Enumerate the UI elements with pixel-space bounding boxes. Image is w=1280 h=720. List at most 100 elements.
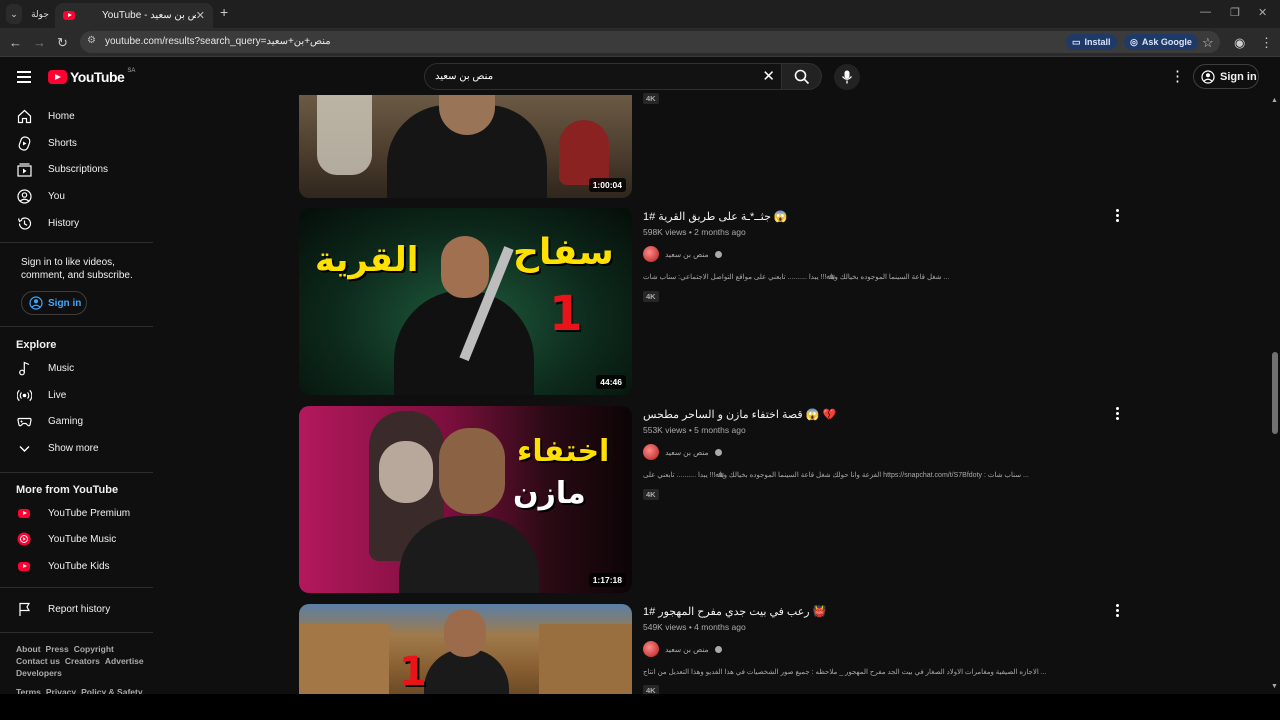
youtube-logo[interactable]: YouTube SA — [48, 68, 136, 85]
video-thumbnail[interactable]: القرية سفاح 1 44:46 — [299, 208, 632, 395]
video-duration: 44:46 — [596, 375, 626, 389]
back-icon[interactable]: ← — [9, 35, 22, 50]
live-icon — [16, 387, 32, 403]
install-icon: ▭ — [1072, 36, 1081, 47]
video-title[interactable]: رعب في بيت جدي مفرح المهجور #1 👹 — [643, 605, 1103, 618]
video-thumbnail[interactable]: 1 — [299, 604, 632, 694]
reload-icon[interactable]: ↻ — [57, 35, 68, 51]
channel-link[interactable]: منص بن سعيد — [643, 246, 722, 262]
minimize-icon[interactable]: — — [1200, 6, 1211, 18]
youtube-kids-icon — [16, 558, 32, 574]
footer-link-advertise[interactable]: Advertise — [105, 656, 144, 666]
more-from-youtube-heading: More from YouTube — [16, 484, 119, 496]
flag-icon — [16, 601, 32, 617]
active-tab[interactable]: YouTube - منص بن سعيد ✕ — [55, 3, 213, 28]
video-duration: 1:17:18 — [588, 573, 626, 587]
sidebar-item-youtube-kids[interactable]: YouTube Kids — [0, 553, 153, 579]
sidebar-divider — [0, 632, 153, 633]
footer-link-about[interactable]: About — [16, 644, 41, 654]
sidebar-item-you[interactable]: You — [0, 183, 153, 209]
bookmark-star-icon[interactable]: ☆ — [1202, 35, 1214, 51]
footer-link-contact[interactable]: Contact us — [16, 656, 60, 666]
install-button[interactable]: ▭ Install — [1066, 34, 1117, 50]
voice-search-button[interactable] — [834, 64, 860, 90]
verified-icon — [714, 448, 722, 456]
sidebar-item-shorts[interactable]: Shorts — [0, 130, 153, 156]
video-title[interactable]: قصة اختفاء مازن و الساحر مطحس 😱 💔 — [643, 408, 1103, 421]
sidebar-item-gaming[interactable]: Gaming — [0, 408, 153, 434]
scroll-up-arrow-icon[interactable]: ▲ — [1271, 97, 1278, 104]
sidebar-divider — [0, 242, 153, 243]
sidebar-item-youtube-music[interactable]: YouTube Music — [0, 526, 153, 552]
footer-link-creators[interactable]: Creators — [65, 656, 100, 666]
header-sign-in-button[interactable]: Sign in — [1193, 64, 1259, 89]
thumbnail-person — [394, 290, 534, 395]
video-thumbnail[interactable]: 1:00:04 — [299, 95, 632, 198]
browser-menu-icon[interactable]: ⋮ — [1260, 35, 1273, 51]
clear-search-icon[interactable]: ✕ — [762, 67, 775, 85]
sidebar-item-history[interactable]: History — [0, 210, 153, 236]
video-options-icon[interactable] — [1116, 407, 1120, 420]
video-options-icon[interactable] — [1116, 209, 1120, 222]
thumbnail-ghost-face — [379, 441, 433, 503]
video-options-icon[interactable] — [1116, 604, 1120, 617]
video-description: الفزعة وانا حولك شغل قاعة السينما الموجو… — [643, 472, 1029, 479]
restore-icon[interactable]: ❐ — [1230, 6, 1240, 19]
video-title[interactable]: جثــ*ـة على طريق القرية #1 😱 — [643, 210, 1103, 223]
tab-list-button[interactable]: ⌄ — [6, 4, 22, 24]
footer-links-row: About Press Copyright — [16, 644, 114, 654]
channel-name: منص بن سعيد — [665, 644, 709, 654]
taskbar-strip — [0, 694, 1280, 720]
sidebar-item-youtube-premium[interactable]: YouTube Premium — [0, 500, 153, 526]
video-duration: 1:00:04 — [588, 178, 626, 192]
video-thumbnail[interactable]: اختفاء مازن 1:17:18 — [299, 406, 632, 593]
footer-link-press[interactable]: Press — [46, 644, 69, 654]
sidebar-item-report-history[interactable]: Report history — [0, 596, 153, 622]
url-text: youtube.com/results?search_query=منص+بن+… — [105, 36, 331, 47]
region-code: SA — [127, 68, 136, 74]
thumbnail-face — [444, 609, 486, 657]
close-window-icon[interactable]: ✕ — [1258, 6, 1267, 19]
settings-kebab-icon[interactable]: ⋮ — [1170, 67, 1185, 85]
ask-google-button[interactable]: ◎ Ask Google — [1124, 34, 1198, 50]
footer-link-developers[interactable]: Developers — [16, 668, 62, 678]
footer-links-row: Developers — [16, 668, 62, 678]
channel-name: منص بن سعيد — [665, 249, 709, 259]
address-bar[interactable]: ⚙ youtube.com/results?search_query=منص+ب… — [80, 31, 1220, 53]
channel-avatar — [643, 444, 659, 460]
scrollbar-thumb[interactable] — [1272, 352, 1278, 434]
footer-link-copyright[interactable]: Copyright — [74, 644, 114, 654]
channel-link[interactable]: منص بن سعيد — [643, 641, 722, 657]
shorts-icon — [16, 135, 32, 151]
logo-text: YouTube — [70, 69, 125, 85]
new-tab-icon[interactable]: + — [220, 4, 228, 20]
verified-icon — [714, 250, 722, 258]
scroll-down-arrow-icon[interactable]: ▼ — [1271, 683, 1278, 690]
search-button[interactable] — [782, 63, 822, 90]
site-info-icon[interactable]: ⚙ — [87, 35, 96, 46]
sidebar-item-live[interactable]: Live — [0, 382, 153, 408]
sidebar-item-show-more[interactable]: Show more — [0, 435, 153, 461]
close-tab-icon[interactable]: ✕ — [196, 9, 205, 22]
thumbnail-face — [441, 236, 489, 298]
profile-icon[interactable]: ◉ — [1234, 35, 1245, 51]
youtube-music-icon — [16, 531, 32, 547]
signin-prompt-text: Sign in to like videos, comment, and sub… — [21, 257, 133, 281]
youtube-favicon-icon — [63, 11, 75, 20]
sidebar-sign-in-button[interactable]: Sign in — [21, 291, 87, 315]
youtube-logo-icon — [48, 70, 67, 84]
hamburger-menu-icon[interactable] — [17, 71, 31, 83]
forward-icon[interactable]: → — [33, 35, 46, 50]
sidebar-item-music[interactable]: Music — [0, 355, 153, 381]
search-input[interactable]: منص بن سعيد ✕ — [424, 63, 782, 90]
channel-link[interactable]: منص بن سعيد — [643, 444, 722, 460]
quality-badge: 4K — [643, 489, 659, 500]
tab-title: YouTube - منص بن سعيد — [102, 10, 196, 21]
pinned-tab[interactable]: جولة — [28, 4, 52, 24]
subscriptions-icon — [16, 161, 32, 177]
video-meta: 549K views • 4 months ago — [643, 622, 746, 632]
lens-icon: ◎ — [1130, 36, 1138, 47]
quality-badge: 4K — [643, 291, 659, 302]
sidebar-item-subscriptions[interactable]: Subscriptions — [0, 156, 153, 182]
sidebar-item-home[interactable]: Home — [0, 103, 153, 129]
